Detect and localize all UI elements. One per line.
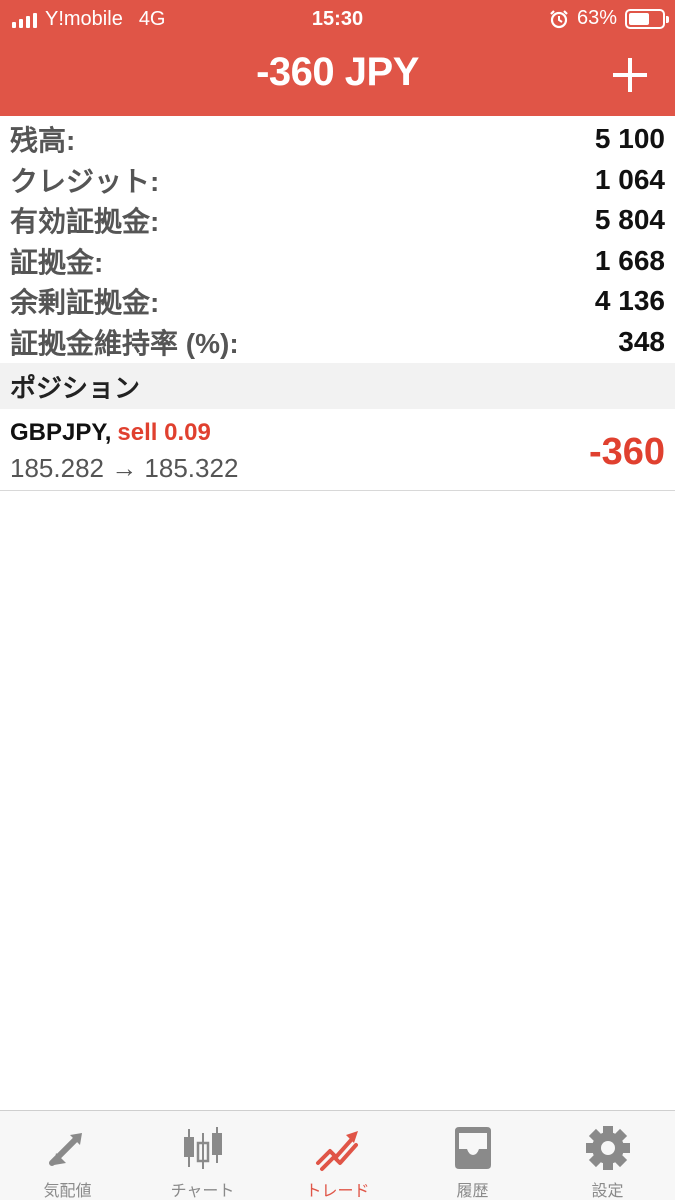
position-row[interactable]: GBPJPY, sell 0.09 185.282 → 185.322 -360 [0, 409, 675, 491]
summary-row-balance: 残高: 5 100 [0, 119, 675, 160]
position-symbol: GBPJPY, [10, 419, 112, 446]
summary-row-equity: 有効証拠金: 5 804 [0, 200, 675, 241]
add-order-button[interactable] [613, 58, 647, 92]
tab-label: チャート [170, 1183, 235, 1200]
settings-icon [585, 1126, 630, 1170]
summary-row-credit: クレジット: 1 064 [0, 160, 675, 201]
page-title: -360 JPY [256, 50, 419, 94]
status-bar: Y!mobile 4G 15:30 63% [0, 0, 675, 38]
tab-label: 設定 [591, 1183, 624, 1200]
summary-value: 5 804 [594, 204, 665, 236]
positions-section-header: ポジション [0, 363, 675, 409]
summary-value: 1 668 [594, 244, 665, 276]
summary-value: 348 [618, 325, 665, 357]
battery-icon [625, 8, 669, 29]
summary-label: 証拠金: [10, 246, 104, 278]
tab-quotes[interactable]: 気配値 [0, 1111, 135, 1200]
tab-trade[interactable]: トレード [270, 1111, 405, 1200]
tab-label: トレード [305, 1183, 370, 1200]
position-side: sell 0.09 [117, 419, 211, 446]
summary-value: 4 136 [594, 285, 665, 317]
tab-chart[interactable]: チャート [135, 1111, 270, 1200]
position-symbol-line: GBPJPY, sell 0.09 [10, 419, 211, 447]
chart-icon [183, 1127, 222, 1169]
status-right: 63% [549, 7, 669, 30]
summary-label: 有効証拠金: [10, 206, 160, 238]
summary-label: クレジット: [10, 165, 160, 197]
quotes-icon [48, 1133, 82, 1166]
position-prices: 185.282 → 185.322 [10, 453, 239, 483]
tab-settings[interactable]: 設定 [540, 1111, 675, 1200]
summary-value: 1 064 [594, 163, 665, 195]
summary-row-margin: 証拠金: 1 668 [0, 241, 675, 282]
summary-label: 残高: [10, 125, 76, 157]
tab-history[interactable]: 履歴 [405, 1111, 540, 1200]
summary-label: 余剰証拠金: [10, 287, 160, 319]
summary-value: 5 100 [594, 123, 665, 155]
summary-row-margin-level: 証拠金維持率 (%): 348 [0, 322, 675, 363]
tab-label: 履歴 [456, 1183, 489, 1200]
tab-label: 気配値 [43, 1183, 92, 1200]
battery-percent: 63% [576, 7, 617, 29]
alarm-icon [550, 9, 568, 28]
trade-icon [315, 1131, 358, 1171]
tab-bar: 気配値 チャート トレード 履歴 設定 [0, 1110, 675, 1200]
position-profit: -360 [588, 431, 665, 473]
history-icon [454, 1127, 491, 1169]
summary-label: 証拠金維持率 (%): [10, 327, 239, 359]
summary-row-free-margin: 余剰証拠金: 4 136 [0, 281, 675, 322]
account-summary: 残高: 5 100 クレジット: 1 064 有効証拠金: 5 804 証拠金:… [0, 119, 675, 362]
app-header: Y!mobile 4G 15:30 63% -360 JPY [0, 0, 675, 116]
